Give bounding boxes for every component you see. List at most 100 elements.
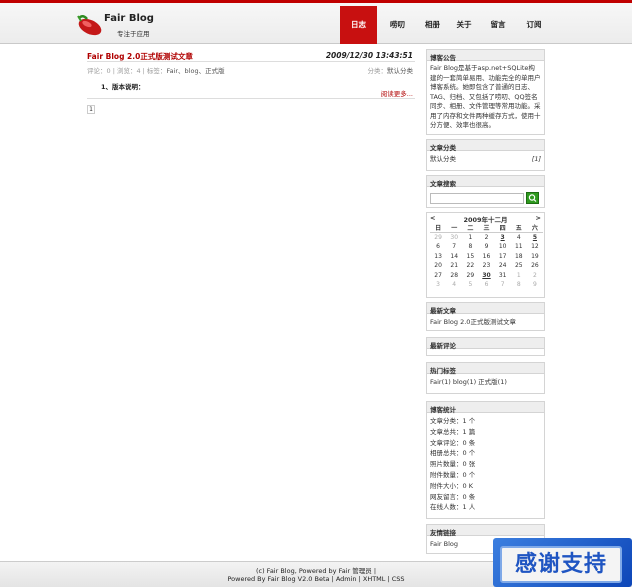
calendar-day: 29 bbox=[434, 234, 442, 241]
calendar-day: 7 bbox=[452, 243, 457, 251]
calendar-week: 29 30 1 2 3 4 5 bbox=[430, 233, 543, 243]
notice-text: Fair Blog是基于asp.net+SQLite构建的一套简单易用、功能完全… bbox=[430, 64, 541, 129]
friend-links-title: 友情链接 bbox=[427, 525, 544, 537]
category-widget: 文章分类 默认分类 [1] bbox=[426, 139, 545, 171]
nav-item-log[interactable]: 日志 bbox=[340, 6, 377, 44]
category-item-count: [1] bbox=[531, 155, 541, 163]
nav-item-about[interactable]: 关于 bbox=[449, 6, 479, 44]
stat-item: 文章分类：1 个 bbox=[430, 417, 476, 425]
hot-tags-widget: 热门标签 Fair(1) blog(1) 正式版(1) bbox=[426, 362, 545, 394]
main-nav: 日志 唠叨 相册 关于 留言 订阅 bbox=[340, 6, 551, 44]
calendar-widget: < 2009年十二月 > 日 一 二 三 四 五 六 29 30 1 2 3 4… bbox=[426, 212, 545, 298]
search-button[interactable] bbox=[526, 192, 539, 204]
calendar-header: < 2009年十二月 > bbox=[427, 213, 544, 224]
pepper-logo-icon[interactable] bbox=[75, 12, 105, 36]
category-item: 默认分类 [1] bbox=[430, 154, 541, 164]
calendar-day: 8 bbox=[516, 281, 521, 289]
latest-comments-title: 最新评论 bbox=[427, 338, 544, 350]
stat-item: 照片数量：0 张 bbox=[430, 460, 476, 469]
calendar-next-button[interactable]: > bbox=[536, 214, 541, 223]
calendar-day-link[interactable]: 30 bbox=[478, 271, 494, 281]
search-input[interactable] bbox=[430, 193, 524, 204]
site-header: Fair Blog 专注于应用 日志 唠叨 相册 关于 留言 订阅 bbox=[0, 0, 632, 44]
latest-posts-widget: 最新文章 Fair Blog 2.0正式版测试文章 bbox=[426, 302, 545, 331]
calendar-day: 14 bbox=[450, 252, 459, 260]
blog-stats-widget: 博客统计 文章分类：1 个 文章总共：1 篇 文章评论：0 条 相册总共：0 个… bbox=[426, 401, 545, 519]
nav-item-chatter[interactable]: 唠叨 bbox=[379, 6, 416, 44]
stat-item: 文章总共：1 篇 bbox=[430, 427, 476, 436]
calendar-grid: 日 一 二 三 四 五 六 29 30 1 2 3 4 5 6 7 8 9 10… bbox=[430, 223, 543, 290]
blog-subtitle: 专注于应用 bbox=[117, 30, 150, 38]
stat-item: 文章评论：0 条 bbox=[430, 438, 476, 447]
meta-views-label: | 浏览： bbox=[110, 67, 137, 75]
post-stats: 评论：0 | 浏览：4 | 标签：Fair、blog、正式版 bbox=[87, 65, 225, 75]
calendar-day-link[interactable]: 3 bbox=[495, 233, 511, 243]
blog-title[interactable]: Fair Blog bbox=[104, 13, 154, 24]
calendar-day: 6 bbox=[436, 243, 440, 251]
calendar-day: 2 bbox=[533, 271, 537, 279]
blog-stats-list: 文章分类：1 个 文章总共：1 篇 文章评论：0 条 相册总共：0 个 照片数量… bbox=[427, 413, 544, 516]
calendar-day: 18 bbox=[514, 252, 523, 260]
calendar-day: 31 bbox=[498, 271, 507, 279]
category-list: 默认分类 [1] bbox=[427, 151, 544, 167]
post-tags[interactable]: Fair、blog、正式版 bbox=[166, 67, 224, 75]
weekday-sat: 六 bbox=[526, 223, 543, 233]
stat-item: 附件数量：0 个 bbox=[430, 470, 476, 479]
post-divider bbox=[87, 98, 415, 99]
search-widget: 文章搜索 bbox=[426, 175, 545, 208]
pager-page-1[interactable]: 1 bbox=[87, 105, 95, 114]
nav-item-album[interactable]: 相册 bbox=[416, 6, 449, 44]
latest-posts-title: 最新文章 bbox=[427, 303, 544, 315]
stat-item: 相册总共：0 个 bbox=[430, 449, 476, 458]
calendar-day: 13 bbox=[434, 252, 442, 260]
post-date: 2009/12/30 13:43:51 bbox=[325, 51, 413, 60]
post-header: Fair Blog 2.0正式版测试文章 2009/12/30 13:43:51 bbox=[87, 50, 415, 62]
stat-item: 网友留言：0 条 bbox=[430, 492, 476, 501]
calendar-day: 12 bbox=[531, 243, 539, 251]
weekday-sun: 日 bbox=[430, 223, 447, 233]
post-list: Fair Blog 2.0正式版测试文章 2009/12/30 13:43:51… bbox=[87, 50, 415, 114]
latest-post-link[interactable]: Fair Blog 2.0正式版测试文章 bbox=[427, 314, 544, 330]
nav-item-guestbook[interactable]: 留言 bbox=[479, 6, 517, 44]
post-meta: 评论：0 | 浏览：4 | 标签：Fair、blog、正式版 分类：默认分类 bbox=[87, 65, 415, 76]
calendar-prev-button[interactable]: < bbox=[430, 214, 435, 223]
calendar-day: 29 bbox=[466, 271, 475, 279]
weekday-wed: 三 bbox=[478, 223, 495, 233]
calendar-day: 3 bbox=[436, 281, 440, 289]
nav-item-subscribe[interactable]: 订阅 bbox=[517, 6, 551, 44]
category-item-link[interactable]: 默认分类 bbox=[430, 154, 456, 164]
hot-tags-title: 热门标签 bbox=[427, 363, 544, 375]
calendar-day: 23 bbox=[482, 262, 491, 270]
thanks-badge-text: 感谢支持 bbox=[500, 546, 622, 583]
calendar-day: 9 bbox=[484, 243, 489, 251]
calendar-day: 30 bbox=[450, 234, 459, 241]
category-label: 分类： bbox=[367, 67, 388, 75]
weekday-fri: 五 bbox=[510, 223, 527, 233]
calendar-day: 6 bbox=[484, 281, 489, 289]
calendar-week: 6 7 8 9 10 11 12 bbox=[430, 242, 543, 252]
calendar-day: 21 bbox=[450, 262, 459, 270]
calendar-week: 20 21 22 23 24 25 26 bbox=[430, 261, 543, 271]
notice-widget: 博客公告 Fair Blog是基于asp.net+SQLite构建的一套简单易用… bbox=[426, 49, 545, 135]
calendar-day: 8 bbox=[468, 243, 473, 251]
hot-tags-list[interactable]: Fair(1) blog(1) 正式版(1) bbox=[427, 374, 544, 390]
post-category: 分类：默认分类 bbox=[368, 65, 414, 75]
notice-title: 博客公告 bbox=[427, 50, 544, 62]
category-link[interactable]: 默认分类 bbox=[387, 67, 413, 75]
calendar-day: 9 bbox=[533, 281, 537, 289]
calendar-day: 19 bbox=[531, 252, 539, 260]
calendar-day-link[interactable]: 5 bbox=[527, 233, 543, 243]
post-title[interactable]: Fair Blog 2.0正式版测试文章 bbox=[87, 51, 193, 62]
post-excerpt: 1、版本说明： bbox=[101, 83, 145, 91]
calendar-day: 1 bbox=[516, 271, 521, 279]
read-more-link[interactable]: 阅读更多... bbox=[381, 88, 413, 98]
blog-stats-title: 博客统计 bbox=[427, 402, 544, 414]
calendar-day: 4 bbox=[516, 234, 521, 241]
calendar-day: 11 bbox=[514, 243, 523, 251]
weekday-tue: 二 bbox=[462, 223, 479, 233]
calendar-day: 28 bbox=[450, 271, 459, 279]
latest-comments-widget: 最新评论 bbox=[426, 337, 545, 356]
calendar-day: 20 bbox=[434, 262, 442, 270]
calendar-week: 27 28 29 30 31 1 2 bbox=[430, 271, 543, 281]
calendar-day: 10 bbox=[498, 243, 507, 251]
